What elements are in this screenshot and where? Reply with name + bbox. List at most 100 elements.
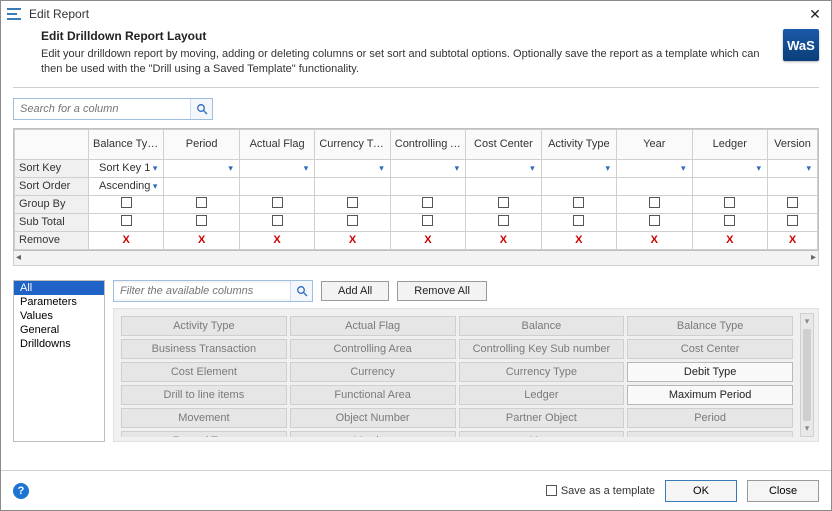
dropdown-cell[interactable]: ▾ bbox=[315, 159, 390, 177]
dropdown-cell[interactable]: ▾ bbox=[541, 159, 616, 177]
category-list[interactable]: AllParametersValuesGeneralDrilldowns bbox=[13, 280, 105, 442]
grid-cell[interactable] bbox=[541, 177, 616, 195]
dropdown-cell[interactable]: ▾ bbox=[239, 159, 314, 177]
filter-columns[interactable] bbox=[113, 280, 313, 302]
dropdown-cell[interactable]: ▾ bbox=[692, 159, 768, 177]
remove-x-icon[interactable]: X bbox=[726, 234, 733, 246]
column-chip[interactable]: Currency bbox=[290, 362, 456, 382]
checkbox-icon[interactable] bbox=[787, 197, 798, 208]
horizontal-scrollbar[interactable]: ◂▸ bbox=[13, 251, 819, 266]
vertical-scrollbar[interactable]: ▾▾ bbox=[800, 313, 814, 437]
help-icon[interactable]: ? bbox=[13, 483, 29, 499]
remove-x-icon[interactable]: X bbox=[500, 234, 507, 246]
checkbox-cell[interactable] bbox=[541, 213, 616, 231]
remove-cell[interactable]: X bbox=[315, 231, 390, 249]
checkbox-cell[interactable] bbox=[768, 213, 818, 231]
column-chip[interactable]: Balance bbox=[459, 316, 625, 336]
checkbox-cell[interactable] bbox=[466, 195, 541, 213]
remove-cell[interactable]: X bbox=[692, 231, 768, 249]
column-chip[interactable]: Ledger bbox=[459, 385, 625, 405]
dropdown-cell[interactable]: ▾ bbox=[164, 159, 239, 177]
dropdown-cell[interactable]: Ascending▾ bbox=[89, 177, 164, 195]
column-chip[interactable]: Currency Type bbox=[459, 362, 625, 382]
column-chip[interactable]: Functional Area bbox=[290, 385, 456, 405]
checkbox-cell[interactable] bbox=[466, 213, 541, 231]
column-chip[interactable]: Version bbox=[290, 431, 456, 437]
column-chip[interactable] bbox=[627, 431, 793, 437]
category-item[interactable]: All bbox=[14, 281, 104, 295]
category-item[interactable]: General bbox=[14, 323, 104, 337]
col-header[interactable]: Period bbox=[164, 129, 239, 159]
checkbox-cell[interactable] bbox=[239, 213, 314, 231]
remove-x-icon[interactable]: X bbox=[651, 234, 658, 246]
remove-cell[interactable]: X bbox=[164, 231, 239, 249]
remove-all-button[interactable]: Remove All bbox=[397, 281, 487, 301]
checkbox-icon[interactable] bbox=[724, 215, 735, 226]
checkbox-cell[interactable] bbox=[390, 213, 465, 231]
column-chip[interactable]: Movement bbox=[121, 408, 287, 428]
column-chip[interactable]: Maximum Period bbox=[627, 385, 793, 405]
grid-cell[interactable] bbox=[239, 177, 314, 195]
column-chip[interactable]: Balance Type bbox=[627, 316, 793, 336]
column-chip[interactable]: Activity Type bbox=[121, 316, 287, 336]
checkbox-icon[interactable] bbox=[498, 215, 509, 226]
checkbox-icon[interactable] bbox=[546, 485, 557, 496]
grid-cell[interactable] bbox=[617, 177, 692, 195]
remove-cell[interactable]: X bbox=[89, 231, 164, 249]
checkbox-cell[interactable] bbox=[390, 195, 465, 213]
remove-cell[interactable]: X bbox=[466, 231, 541, 249]
column-chip[interactable]: Actual Flag bbox=[290, 316, 456, 336]
column-chip[interactable]: Debit Type bbox=[627, 362, 793, 382]
column-chip[interactable]: Cost Center bbox=[627, 339, 793, 359]
column-search-input[interactable] bbox=[14, 101, 190, 117]
checkbox-cell[interactable] bbox=[692, 213, 768, 231]
checkbox-cell[interactable] bbox=[315, 213, 390, 231]
close-icon[interactable]: ✕ bbox=[805, 6, 825, 23]
save-template-checkbox[interactable]: Save as a template bbox=[546, 485, 655, 497]
checkbox-cell[interactable] bbox=[239, 195, 314, 213]
remove-cell[interactable]: X bbox=[768, 231, 818, 249]
checkbox-icon[interactable] bbox=[724, 197, 735, 208]
checkbox-icon[interactable] bbox=[196, 197, 207, 208]
column-chip[interactable]: Record Type bbox=[121, 431, 287, 437]
column-chip[interactable]: Partner Object bbox=[459, 408, 625, 428]
search-icon[interactable] bbox=[290, 281, 312, 301]
col-header[interactable]: Controlling Area bbox=[390, 129, 465, 159]
col-header[interactable]: Actual Flag bbox=[239, 129, 314, 159]
checkbox-icon[interactable] bbox=[787, 215, 798, 226]
column-chip[interactable]: Controlling Key Sub number bbox=[459, 339, 625, 359]
remove-x-icon[interactable]: X bbox=[273, 234, 280, 246]
checkbox-icon[interactable] bbox=[498, 197, 509, 208]
col-header[interactable]: Activity Type bbox=[541, 129, 616, 159]
filter-columns-input[interactable] bbox=[114, 283, 290, 299]
checkbox-icon[interactable] bbox=[422, 215, 433, 226]
remove-cell[interactable]: X bbox=[239, 231, 314, 249]
remove-x-icon[interactable]: X bbox=[575, 234, 582, 246]
checkbox-cell[interactable] bbox=[692, 195, 768, 213]
col-header[interactable]: Currency Type bbox=[315, 129, 390, 159]
column-chip[interactable]: Cost Element bbox=[121, 362, 287, 382]
checkbox-icon[interactable] bbox=[347, 215, 358, 226]
column-chip[interactable]: Year bbox=[459, 431, 625, 437]
category-item[interactable]: Values bbox=[14, 309, 104, 323]
remove-x-icon[interactable]: X bbox=[789, 234, 796, 246]
checkbox-icon[interactable] bbox=[573, 215, 584, 226]
checkbox-icon[interactable] bbox=[649, 215, 660, 226]
grid-cell[interactable] bbox=[466, 177, 541, 195]
checkbox-cell[interactable] bbox=[541, 195, 616, 213]
remove-x-icon[interactable]: X bbox=[349, 234, 356, 246]
checkbox-cell[interactable] bbox=[768, 195, 818, 213]
checkbox-cell[interactable] bbox=[617, 195, 692, 213]
col-header[interactable]: Balance Type bbox=[89, 129, 164, 159]
checkbox-cell[interactable] bbox=[164, 195, 239, 213]
category-item[interactable]: Parameters bbox=[14, 295, 104, 309]
col-header[interactable]: Year bbox=[617, 129, 692, 159]
checkbox-icon[interactable] bbox=[422, 197, 433, 208]
checkbox-icon[interactable] bbox=[272, 215, 283, 226]
checkbox-icon[interactable] bbox=[272, 197, 283, 208]
search-icon[interactable] bbox=[190, 99, 212, 119]
col-header[interactable]: Ledger bbox=[692, 129, 768, 159]
checkbox-icon[interactable] bbox=[347, 197, 358, 208]
checkbox-icon[interactable] bbox=[121, 197, 132, 208]
checkbox-icon[interactable] bbox=[121, 215, 132, 226]
